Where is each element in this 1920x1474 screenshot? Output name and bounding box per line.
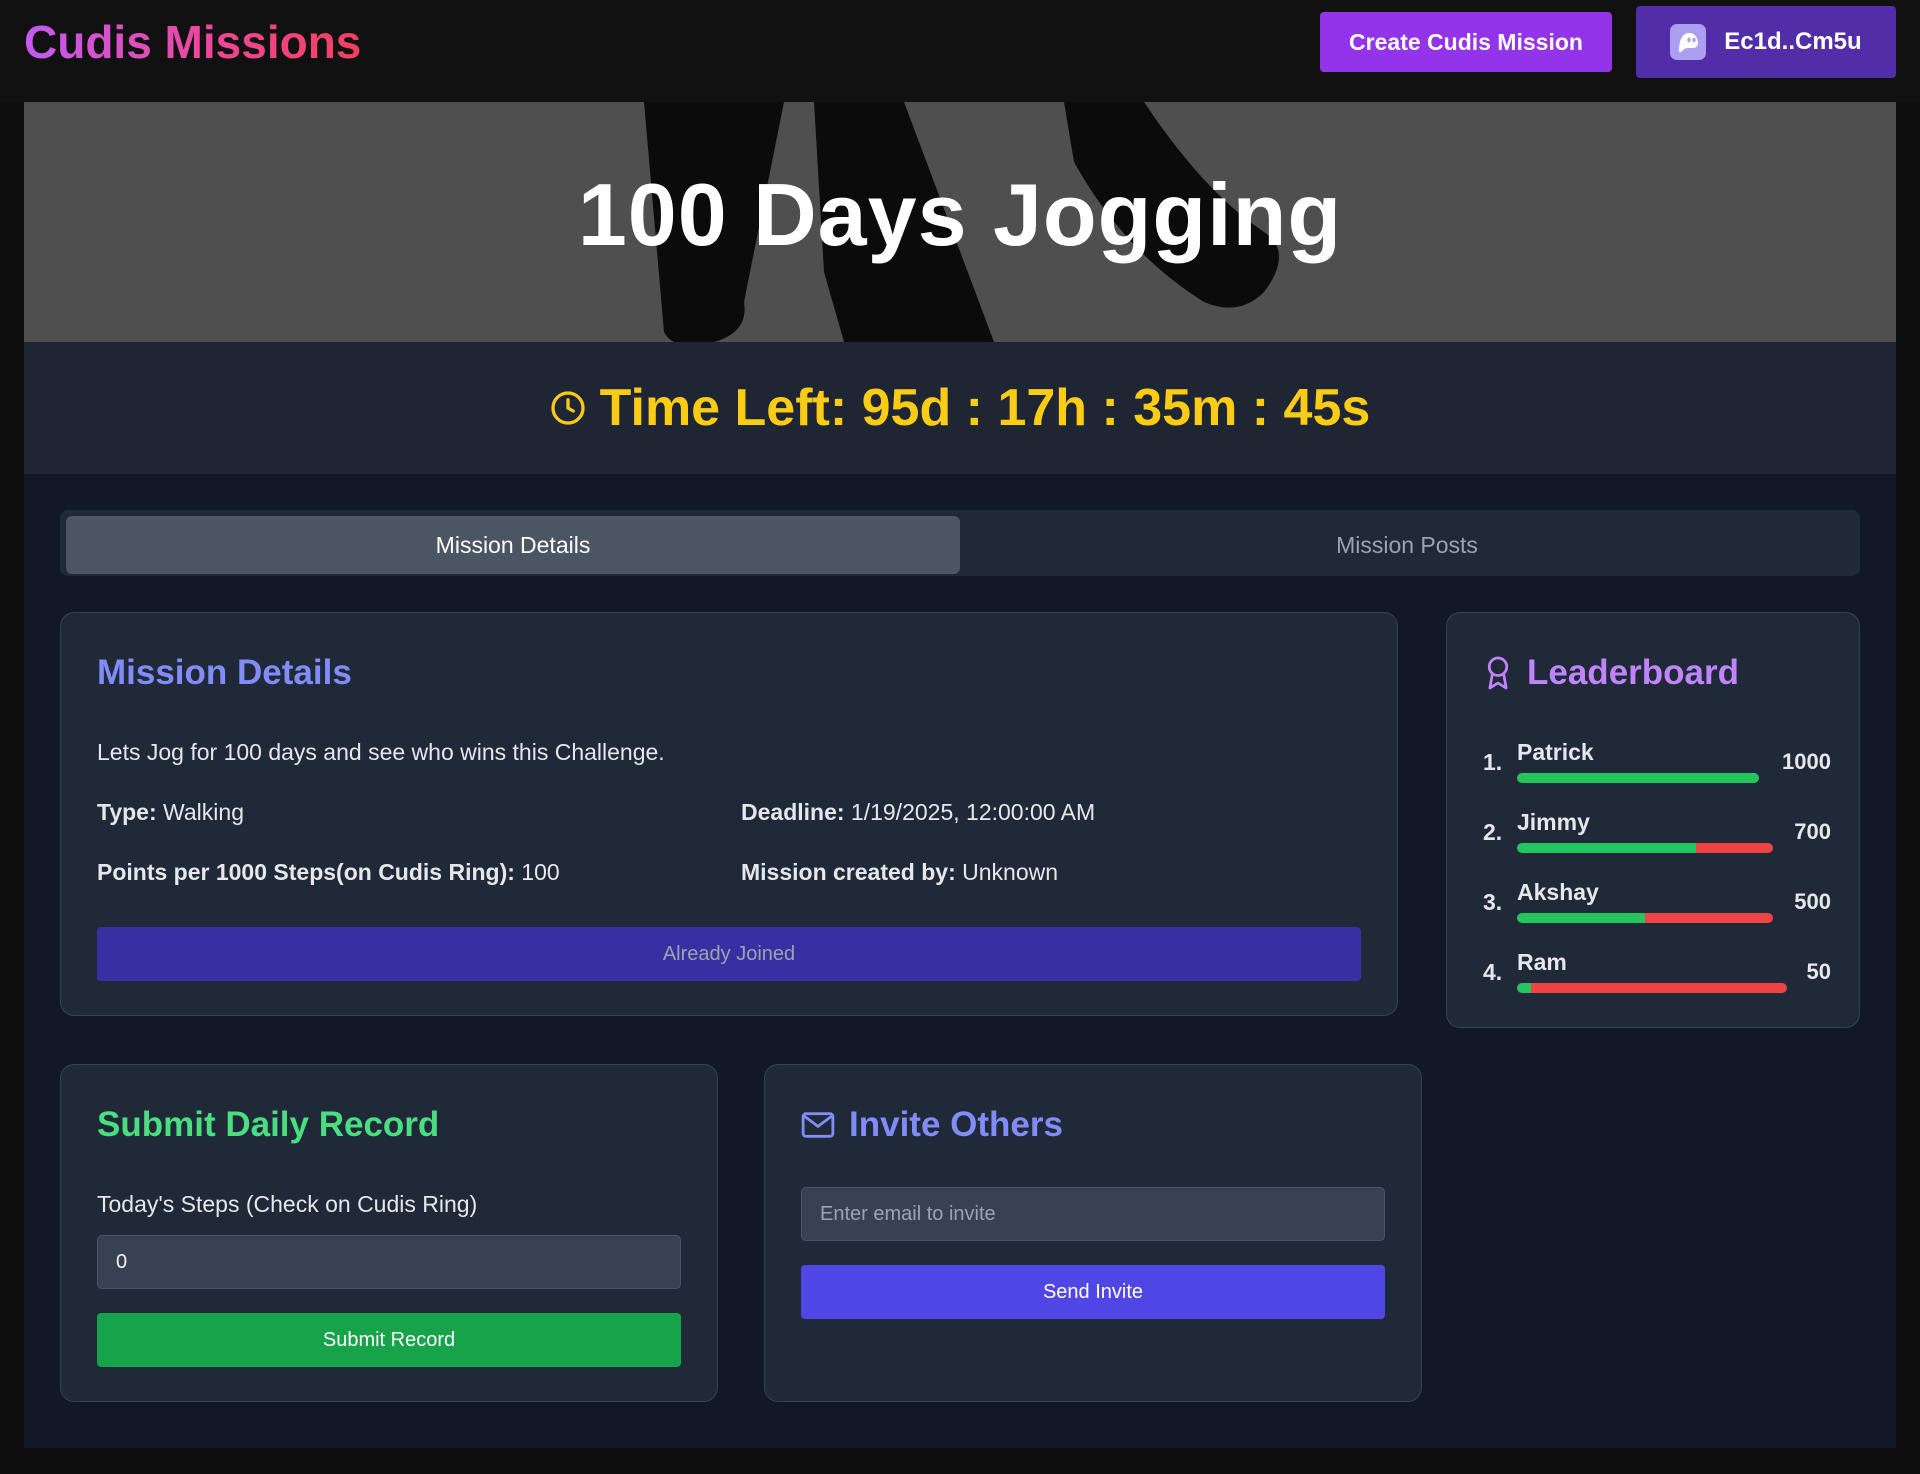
already-joined-button[interactable]: Already Joined xyxy=(97,927,1361,981)
player-score: 50 xyxy=(1806,959,1831,984)
progress-bar xyxy=(1517,843,1773,853)
progress-bar xyxy=(1517,913,1773,923)
player-name: Akshay xyxy=(1517,879,1599,905)
rank: 3. xyxy=(1483,889,1503,915)
mission-banner: 100 Days Jogging xyxy=(24,102,1896,342)
tab-mission-posts[interactable]: Mission Posts xyxy=(960,516,1854,574)
time-left-text: Time Left: 95d : 17h : 35m : 45s xyxy=(599,379,1371,437)
card-title: Submit Daily Record xyxy=(97,1105,440,1144)
mission-deadline: Deadline: 1/19/2025, 12:00:00 AM xyxy=(741,799,1096,825)
create-mission-button[interactable]: Create Cudis Mission xyxy=(1320,12,1612,72)
tab-mission-details[interactable]: Mission Details xyxy=(66,516,960,574)
countdown-timer: Time Left: 95d : 17h : 35m : 45s xyxy=(24,342,1896,474)
points-per-steps: Points per 1000 Steps(on Cudis Ring): 10… xyxy=(97,859,560,885)
leaderboard-title: Leaderboard xyxy=(1483,653,1739,693)
mission-type: Type: Walking xyxy=(97,799,244,825)
phantom-ghost-icon xyxy=(1670,24,1707,60)
leaderboard-entry: 1. Patrick 1000 xyxy=(1483,739,1831,789)
card-title: Invite Others xyxy=(801,1105,1063,1145)
leaderboard-entry: 2. Jimmy 700 xyxy=(1483,809,1831,859)
wallet-address: Ec1d..Cm5u xyxy=(1724,28,1862,55)
player-name: Ram xyxy=(1517,949,1567,975)
player-score: 500 xyxy=(1794,889,1831,914)
submit-record-button[interactable]: Submit Record xyxy=(97,1313,681,1367)
tab-bar: Mission Details Mission Posts xyxy=(60,510,1860,576)
player-name: Patrick xyxy=(1517,739,1594,765)
progress-bar xyxy=(1517,773,1759,783)
invite-card: Invite Others Send Invite xyxy=(764,1064,1422,1402)
leaderboard-entry: 4. Ram 50 xyxy=(1483,949,1831,999)
player-score: 700 xyxy=(1794,819,1831,844)
clock-icon xyxy=(551,391,585,425)
player-name: Jimmy xyxy=(1517,809,1590,835)
player-score: 1000 xyxy=(1782,749,1831,774)
brand-logo[interactable]: Cudis Missions xyxy=(24,14,361,70)
invite-email-input[interactable] xyxy=(801,1187,1385,1241)
rank: 1. xyxy=(1483,749,1503,775)
progress-bar xyxy=(1517,983,1787,993)
wallet-button[interactable]: Ec1d..Cm5u xyxy=(1636,6,1896,78)
rank: 4. xyxy=(1483,959,1503,985)
mission-details-card: Mission Details Lets Jog for 100 days an… xyxy=(60,612,1398,1016)
leaderboard-entry: 3. Akshay 500 xyxy=(1483,879,1831,929)
top-bar: Cudis Missions Create Cudis Mission Ec1d… xyxy=(0,0,1920,102)
leaderboard-card: Leaderboard 1. Patrick 1000 2. Jimmy 700… xyxy=(1446,612,1860,1028)
mission-description: Lets Jog for 100 days and see who wins t… xyxy=(97,739,665,765)
award-ribbon-icon xyxy=(1487,656,1509,690)
submit-record-card: Submit Daily Record Today's Steps (Check… xyxy=(60,1064,718,1402)
steps-input[interactable] xyxy=(97,1235,681,1289)
card-title: Mission Details xyxy=(97,653,352,692)
mission-creator: Mission created by: Unknown xyxy=(741,859,1059,885)
mail-icon xyxy=(801,1112,835,1138)
mission-title: 100 Days Jogging xyxy=(577,165,1343,264)
mission-page: 100 Days Jogging Time Left: 95d : 17h : … xyxy=(24,102,1896,1448)
rank: 2. xyxy=(1483,819,1503,845)
send-invite-button[interactable]: Send Invite xyxy=(801,1265,1385,1319)
steps-label: Today's Steps (Check on Cudis Ring) xyxy=(97,1191,478,1217)
